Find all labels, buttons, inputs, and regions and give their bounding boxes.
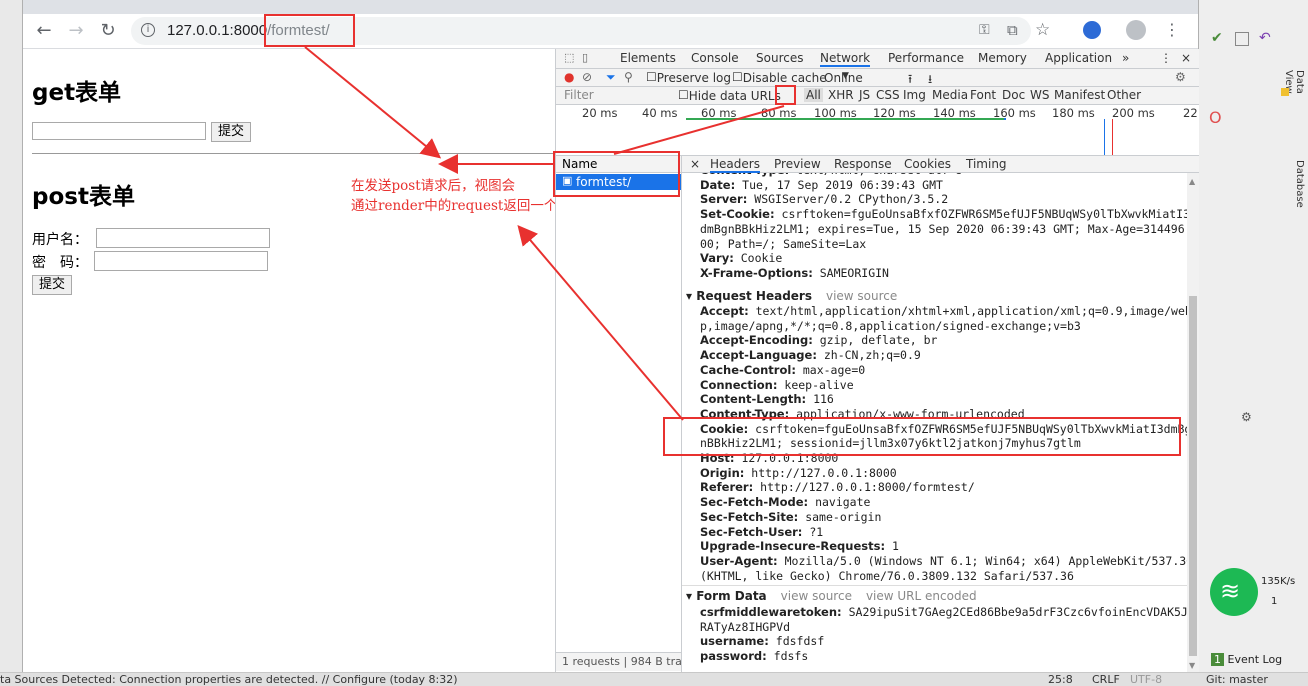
- arrow-url: [304, 46, 442, 159]
- arrow-all-filter-line: [613, 105, 785, 155]
- annotation-arrows: [304, 46, 785, 421]
- arrow-cookie: [517, 224, 684, 421]
